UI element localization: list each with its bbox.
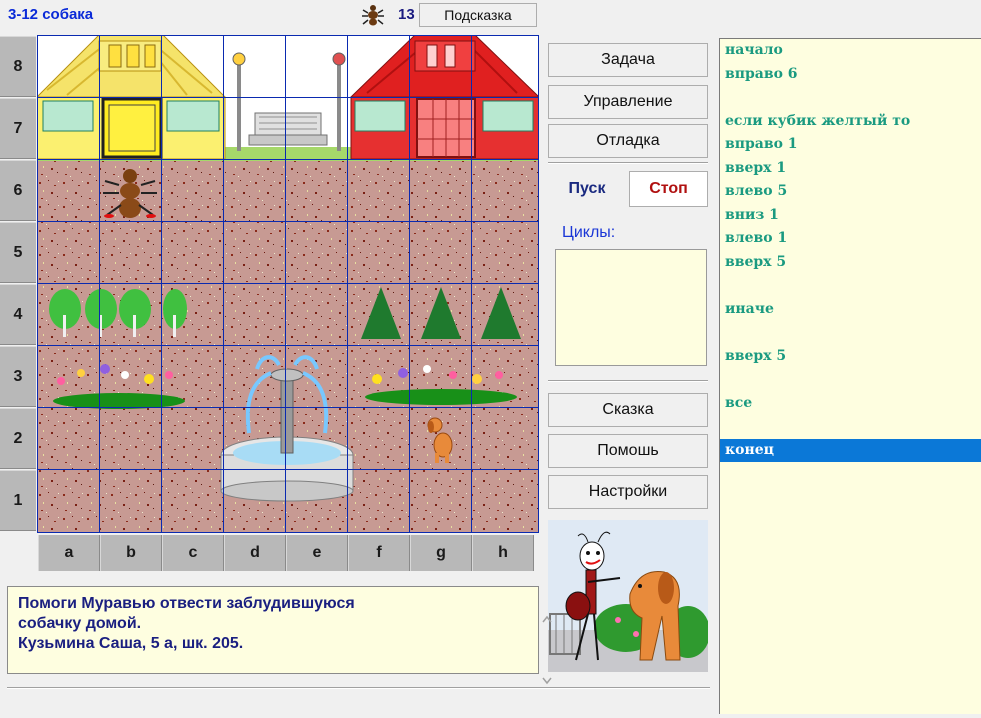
col-label-b: b bbox=[100, 535, 162, 571]
control-button[interactable]: Управление bbox=[548, 85, 708, 119]
level-title: 3-12 собака bbox=[8, 6, 94, 23]
program-line[interactable]: иначе bbox=[720, 298, 981, 322]
program-line[interactable]: вверх 5 bbox=[720, 251, 981, 275]
program-line[interactable]: вверх 5 bbox=[720, 345, 981, 369]
row-label-4: 4 bbox=[0, 284, 36, 345]
task-button[interactable]: Задача bbox=[548, 43, 708, 77]
ant-icon bbox=[360, 3, 386, 27]
debug-button[interactable]: Отладка bbox=[548, 124, 708, 158]
task-line: Кузьмина Саша, 5 а, шк. 205. bbox=[18, 635, 244, 652]
stop-tab[interactable]: Стоп bbox=[629, 171, 708, 207]
col-label-c: c bbox=[162, 535, 224, 571]
col-label-a: a bbox=[38, 535, 100, 571]
row-label-1: 1 bbox=[0, 470, 36, 531]
col-label-g: g bbox=[410, 535, 472, 571]
col-label-d: d bbox=[224, 535, 286, 571]
col-label-e: e bbox=[286, 535, 348, 571]
program-line[interactable]: влево 1 bbox=[720, 227, 981, 251]
message-scrollbar[interactable] bbox=[521, 588, 552, 685]
program-line[interactable]: все bbox=[720, 392, 981, 416]
game-board[interactable] bbox=[35, 34, 541, 533]
divider bbox=[7, 687, 710, 689]
row-label-2: 2 bbox=[0, 408, 36, 469]
hint-button[interactable]: Подсказка bbox=[419, 3, 537, 27]
ant-dog-picture bbox=[548, 520, 710, 672]
program-line[interactable] bbox=[720, 274, 981, 298]
row-label-5: 5 bbox=[0, 222, 36, 283]
program-editor[interactable]: начало вправо 6 если кубик желтый то вправо… bbox=[719, 38, 981, 714]
task-description: Помоги Муравью отвести заблудившуюся соб… bbox=[7, 586, 552, 685]
program-line[interactable] bbox=[720, 86, 981, 110]
help-button[interactable]: Помошь bbox=[548, 434, 708, 468]
program-line-selected[interactable]: конец bbox=[720, 438, 981, 462]
cycles-label: Циклы: bbox=[562, 224, 616, 241]
tale-button[interactable]: Сказка bbox=[548, 393, 708, 427]
settings-button[interactable]: Настройки bbox=[548, 475, 708, 509]
program-line[interactable] bbox=[720, 368, 981, 392]
ant-count: 13 bbox=[398, 6, 415, 23]
row-labels: 8 7 6 5 4 3 2 1 bbox=[0, 36, 36, 532]
program-line[interactable] bbox=[720, 415, 981, 439]
program-line[interactable]: начало bbox=[720, 39, 981, 63]
program-line[interactable]: вверх 1 bbox=[720, 157, 981, 181]
program-line[interactable]: вниз 1 bbox=[720, 204, 981, 228]
program-line[interactable]: вправо 1 bbox=[720, 133, 981, 157]
row-label-7: 7 bbox=[0, 98, 36, 159]
run-tab[interactable]: Пуск bbox=[548, 171, 626, 207]
row-label-6: 6 bbox=[0, 160, 36, 221]
col-label-h: h bbox=[472, 535, 534, 571]
divider bbox=[548, 380, 708, 382]
task-line: собачку домой. bbox=[18, 615, 142, 632]
col-label-f: f bbox=[348, 535, 410, 571]
row-label-8: 8 bbox=[0, 36, 36, 97]
cycles-box[interactable] bbox=[555, 249, 707, 366]
program-line[interactable] bbox=[720, 321, 981, 345]
program-line[interactable]: вправо 6 bbox=[720, 63, 981, 87]
program-line[interactable]: если кубик желтый то bbox=[720, 110, 981, 134]
task-line: Помоги Муравью отвести заблудившуюся bbox=[18, 595, 355, 612]
program-line[interactable]: влево 5 bbox=[720, 180, 981, 204]
divider bbox=[548, 162, 708, 164]
row-label-3: 3 bbox=[0, 346, 36, 407]
